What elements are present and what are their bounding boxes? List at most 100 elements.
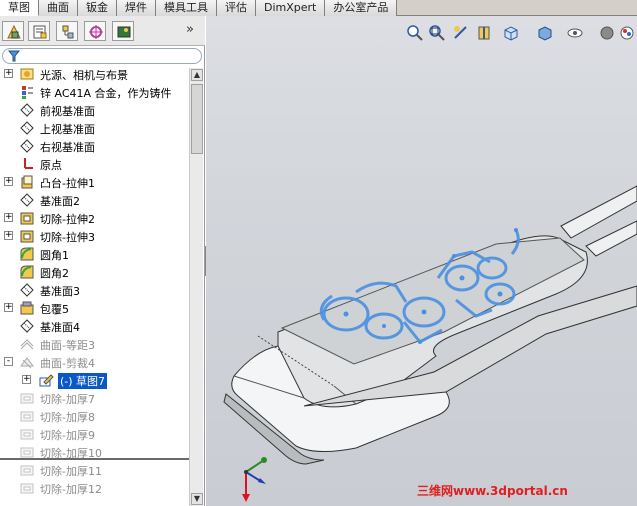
- feature-tree: + 光源、相机与布景锌 AC41A 合金，作为铸件 前视基准面上视基准面右视基准面原…: [0, 68, 190, 506]
- cut-icon: [19, 228, 35, 244]
- thicken-cut-icon: [19, 480, 35, 496]
- tree-item-label: 基准面4: [40, 321, 80, 334]
- plane-icon: [19, 102, 35, 118]
- expand-icon[interactable]: +: [4, 213, 13, 222]
- tree-item[interactable]: + 包覆5: [0, 299, 190, 317]
- tree-scrollbar[interactable]: ▲ ▼: [189, 68, 203, 506]
- display-manager-icon[interactable]: [112, 21, 134, 41]
- tab-6[interactable]: DimXpert: [256, 0, 326, 16]
- tree-item-label: 锌 AC41A 合金，作为铸件: [40, 87, 172, 100]
- plane-icon: [19, 120, 35, 136]
- sketch-icon: [38, 372, 54, 388]
- tree-item[interactable]: 圆角2: [0, 263, 190, 281]
- feature-manager-panel: » + 光源、相机与布景锌 AC41A 合金，作为铸件 前视基准面上视基准面右视基准…: [0, 16, 205, 506]
- tree-item[interactable]: 锌 AC41A 合金，作为铸件: [0, 83, 190, 101]
- tree-item-label: 圆角1: [40, 249, 69, 262]
- plane-icon: [19, 282, 35, 298]
- collapse-icon[interactable]: -: [4, 357, 13, 366]
- origin-icon: [19, 156, 35, 172]
- tree-item-label: (-) 草图7: [58, 373, 108, 389]
- tree-item-label: 圆角2: [40, 267, 69, 280]
- more-tabs-icon[interactable]: »: [186, 22, 194, 37]
- graphics-viewport[interactable]: 三维网www.3dportal.cn: [206, 16, 637, 506]
- tab-5[interactable]: 评估: [217, 0, 256, 16]
- tree-item[interactable]: 原点: [0, 155, 190, 173]
- command-manager-tabs: 草图 曲面 钣金 焊件 模具工具 评估 DimXpert 办公室产品: [0, 0, 637, 16]
- tree-item[interactable]: + 切除-拉伸2: [0, 209, 190, 227]
- tree-item-label: 基准面3: [40, 285, 80, 298]
- tree-item-label: 切除-拉伸2: [40, 213, 95, 226]
- tree-item[interactable]: + 光源、相机与布景: [0, 68, 190, 83]
- fillet-icon: [19, 246, 35, 262]
- tree-item[interactable]: + 凸台-拉伸1: [0, 173, 190, 191]
- tree-item-label: 切除-加厚12: [40, 483, 102, 496]
- expand-icon[interactable]: +: [22, 375, 31, 384]
- tree-item[interactable]: + 切除-拉伸3: [0, 227, 190, 245]
- scroll-up-arrow[interactable]: ▲: [191, 69, 203, 81]
- feature-manager-icon[interactable]: [2, 21, 24, 41]
- tree-item-label: 凸台-拉伸1: [40, 177, 95, 190]
- tree-item[interactable]: + (-) 草图7: [0, 371, 190, 389]
- tree-item-label: 切除-拉伸3: [40, 231, 95, 244]
- tree-item-label: 切除-加厚9: [40, 429, 95, 442]
- tab-4[interactable]: 模具工具: [156, 0, 217, 16]
- tree-item[interactable]: 基准面3: [0, 281, 190, 299]
- fillet-icon: [19, 264, 35, 280]
- wrap-icon: [19, 300, 35, 316]
- tree-item[interactable]: 切除-加厚11: [0, 461, 190, 479]
- tree-item[interactable]: 切除-加厚9: [0, 425, 190, 443]
- plane-icon: [19, 192, 35, 208]
- trim-surface-icon: [19, 354, 35, 370]
- expand-icon[interactable]: +: [4, 177, 13, 186]
- tree-item-label: 包覆5: [40, 303, 69, 316]
- tab-0[interactable]: 草图: [0, 0, 39, 16]
- scroll-thumb[interactable]: [191, 84, 203, 154]
- expand-icon[interactable]: +: [4, 69, 13, 78]
- tree-item[interactable]: 切除-加厚12: [0, 479, 190, 497]
- tab-1[interactable]: 曲面: [39, 0, 78, 16]
- extrude-icon: [19, 174, 35, 190]
- tree-item-label: 前视基准面: [40, 105, 95, 118]
- tree-item[interactable]: 曲面-等距3: [0, 335, 190, 353]
- tree-item-label: 光源、相机与布景: [40, 69, 128, 82]
- tree-item[interactable]: 上视基准面: [0, 119, 190, 137]
- thicken-cut-icon: [19, 390, 35, 406]
- tree-item-label: 曲面-剪裁4: [40, 357, 95, 370]
- tree-item[interactable]: 基准面4: [0, 317, 190, 335]
- coordinate-triad: [242, 457, 267, 502]
- tree-item[interactable]: 右视基准面: [0, 137, 190, 155]
- scroll-down-arrow[interactable]: ▼: [191, 493, 203, 505]
- expand-icon[interactable]: +: [4, 231, 13, 240]
- filter-icon: [8, 50, 20, 62]
- tree-item[interactable]: 切除-加厚7: [0, 389, 190, 407]
- property-manager-icon[interactable]: [28, 21, 50, 41]
- tree-item-label: 基准面2: [40, 195, 80, 208]
- tree-item-label: 曲面-等距3: [40, 339, 95, 352]
- tab-2[interactable]: 钣金: [78, 0, 117, 16]
- expand-icon[interactable]: +: [4, 303, 13, 312]
- model-view: [223, 185, 637, 502]
- tree-item[interactable]: 圆角1: [0, 245, 190, 263]
- dimxpert-manager-icon[interactable]: [84, 21, 106, 41]
- configuration-manager-icon[interactable]: [56, 21, 78, 41]
- thicken-cut-icon: [19, 426, 35, 442]
- tab-7[interactable]: 办公室产品: [325, 0, 398, 16]
- tree-item-label: 切除-加厚7: [40, 393, 95, 406]
- cut-icon: [19, 210, 35, 226]
- offset-surface-icon: [19, 336, 35, 352]
- tree-item[interactable]: 基准面2: [0, 191, 190, 209]
- tree-item[interactable]: - 曲面-剪裁4: [0, 353, 190, 371]
- rollback-bar[interactable]: [0, 458, 190, 460]
- tab-3[interactable]: 焊件: [117, 0, 156, 16]
- watermark-text: 三维网www.3dportal.cn: [417, 484, 568, 498]
- tree-item[interactable]: 前视基准面: [0, 101, 190, 119]
- lights-icon: [19, 68, 35, 82]
- panel-toolbar: »: [0, 16, 205, 46]
- thicken-cut-icon: [19, 462, 35, 478]
- tree-item-label: 上视基准面: [40, 123, 95, 136]
- tree-filter-input[interactable]: [2, 48, 202, 64]
- tree-item[interactable]: 切除-加厚8: [0, 407, 190, 425]
- material-icon: [19, 84, 35, 100]
- tree-item-label: 右视基准面: [40, 141, 95, 154]
- tree-item-label: 原点: [40, 159, 62, 172]
